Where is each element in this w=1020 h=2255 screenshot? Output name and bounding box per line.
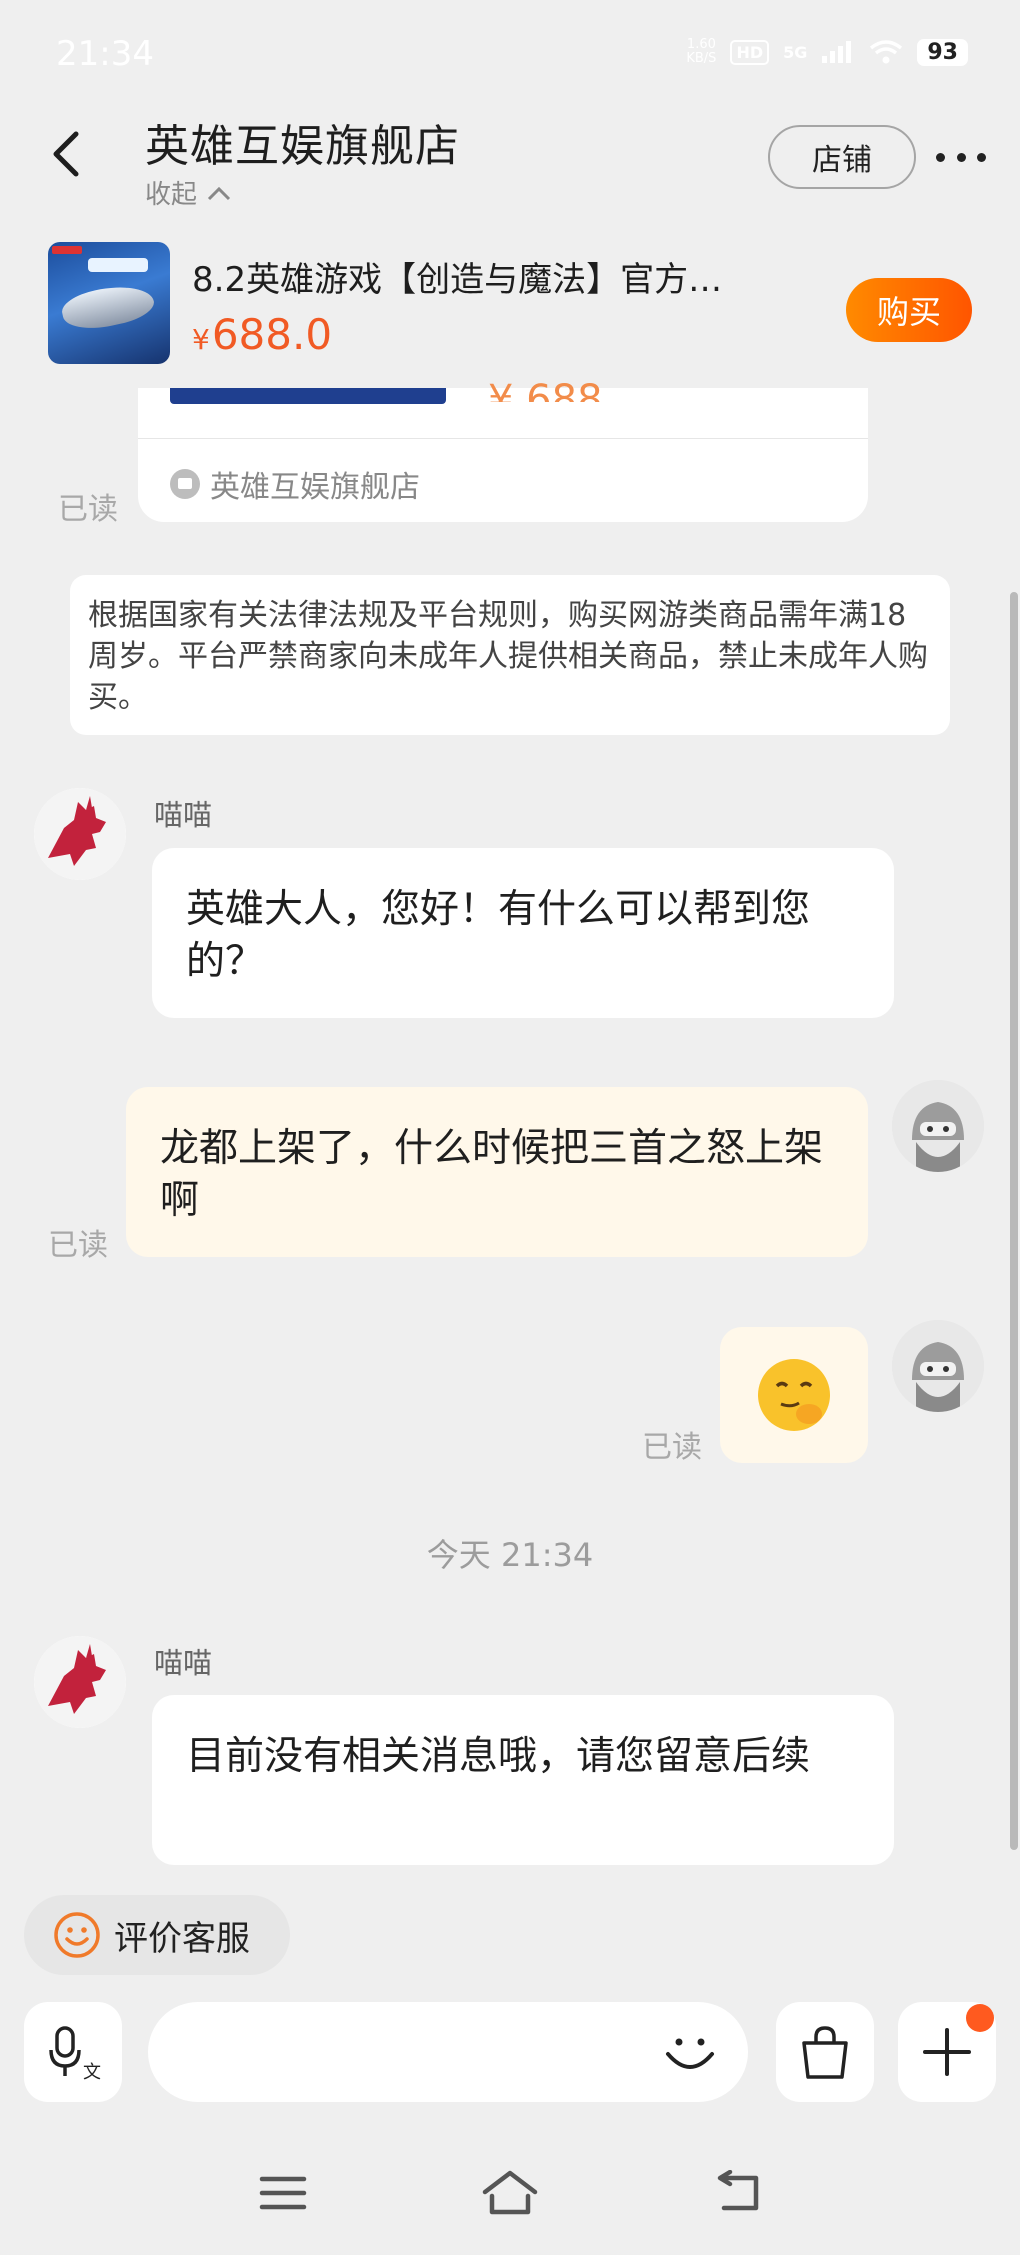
price-value: 688.0: [211, 310, 333, 359]
ninja-avatar-icon: [892, 1080, 984, 1172]
back-arrow-icon: [53, 131, 79, 177]
card-shop-row: 英雄互娱旗舰店: [170, 462, 420, 506]
plus-icon: [923, 2028, 971, 2076]
user-avatar[interactable]: [892, 1080, 984, 1172]
agent-avatar[interactable]: [34, 1636, 126, 1728]
battery-indicator: 93: [917, 38, 968, 66]
price-currency: ¥: [192, 323, 210, 356]
svg-text:文: 文: [83, 2062, 101, 2082]
shop-icon: [170, 469, 200, 499]
chevron-up-icon: [207, 186, 231, 200]
status-indicators: 1.60 KB/S HD 5G 93: [686, 38, 968, 66]
collapse-label: 收起: [145, 180, 198, 210]
product-price: ¥688.0: [192, 310, 332, 359]
emoji-button[interactable]: [662, 2024, 718, 2080]
more-icon-dot: [977, 152, 986, 162]
user-avatar[interactable]: [892, 1320, 984, 1412]
more-icon-dot: [956, 152, 966, 162]
age-notice: 根据国家有关法律法规及平台规则，购买网游类商品需年满18周岁。平台严禁商家向未成…: [70, 575, 950, 735]
more-icon: [936, 152, 945, 162]
product-card-message[interactable]: ¥ 688 英雄互娱旗舰店: [138, 377, 868, 522]
sender-name: 喵喵: [154, 798, 213, 832]
network-speed: 1.60 KB/S: [686, 38, 716, 66]
hand-over-mouth-emoji-icon: [758, 1359, 830, 1431]
thumbnail-mount-image: [59, 278, 157, 336]
timestamp: 今天 21:34: [426, 1536, 594, 1574]
more-button[interactable]: [936, 140, 986, 174]
agent-avatar[interactable]: [34, 788, 126, 880]
signal-label: 5G: [783, 42, 808, 62]
shop-button[interactable]: 店铺: [768, 125, 916, 189]
product-thumbnail[interactable]: [48, 242, 170, 364]
back-icon: [717, 2169, 759, 2211]
dinosaur-avatar-icon: [34, 1636, 126, 1728]
card-divider: [138, 438, 868, 439]
wifi-icon: [870, 40, 903, 64]
emoji-message-bubble[interactable]: [720, 1327, 868, 1463]
scrollbar[interactable]: [1010, 592, 1018, 1850]
read-receipt: 已读: [58, 492, 118, 527]
product-title[interactable]: 8.2英雄游戏【创造与魔法】官方…: [192, 252, 792, 301]
emoji-icon: [666, 2038, 714, 2069]
nav-menu-button[interactable]: [258, 2175, 308, 2211]
product-bag-button[interactable]: [776, 2002, 874, 2102]
page-title: 英雄互娱旗舰店: [145, 121, 460, 172]
thumbnail-badge: [52, 246, 82, 254]
message-bubble[interactable]: 目前没有相关消息哦，请您留意后续: [152, 1695, 894, 1865]
network-speed-value: 1.60: [686, 37, 716, 52]
read-receipt: 已读: [642, 1430, 702, 1465]
card-shop-name: 英雄互娱旗舰店: [210, 470, 420, 505]
voice-translate-icon: 文: [49, 2026, 101, 2082]
message-bubble[interactable]: 龙都上架了，什么时候把三首之怒上架啊: [126, 1087, 868, 1257]
menu-icon: [259, 2176, 307, 2210]
rate-service-button[interactable]: 评价客服: [24, 1895, 290, 1975]
rate-service-label: 评价客服: [114, 1918, 250, 1959]
nav-home-button[interactable]: [480, 2168, 540, 2218]
network-speed-unit: KB/S: [686, 51, 717, 66]
message-input[interactable]: [148, 2002, 748, 2102]
collapse-toggle[interactable]: 收起: [145, 174, 231, 211]
hd-badge: HD: [730, 39, 770, 65]
voice-input-button[interactable]: 文: [24, 2002, 122, 2102]
sender-name: 喵喵: [154, 1646, 213, 1680]
read-receipt: 已读: [48, 1228, 108, 1263]
thumbnail-tag: [88, 258, 148, 272]
home-icon: [482, 2170, 538, 2215]
dinosaur-avatar-icon: [34, 788, 126, 880]
nav-back-button[interactable]: [712, 2169, 764, 2214]
buy-button[interactable]: 购买: [846, 278, 972, 342]
ninja-avatar-icon: [892, 1320, 984, 1412]
back-button[interactable]: [46, 130, 86, 178]
smile-rating-icon: [54, 1912, 100, 1958]
notification-dot: [966, 2004, 994, 2032]
card-price-peek: ¥ 688: [488, 377, 603, 402]
status-time: 21:34: [56, 34, 154, 74]
shopping-bag-icon: [802, 2026, 848, 2079]
message-bubble[interactable]: 英雄大人，您好！有什么可以帮到您的？: [152, 848, 894, 1018]
signal-bars-icon: [822, 41, 852, 63]
card-thumbnail-peek: [170, 388, 446, 404]
